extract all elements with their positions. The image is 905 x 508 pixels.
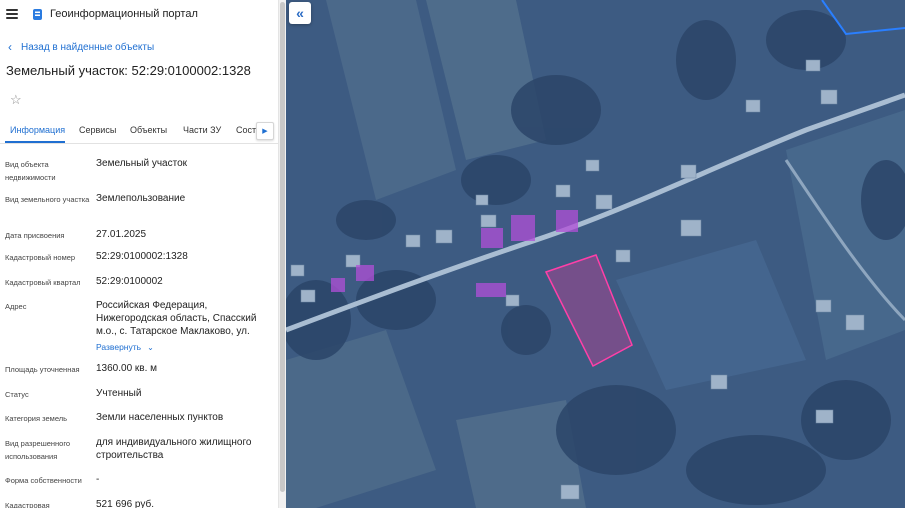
address-block: Российская Федерация, Нижегородская обла… bbox=[96, 299, 274, 354]
detail-value: для индивидуального жилищного строительс… bbox=[96, 437, 252, 461]
tab-services[interactable]: Сервисы bbox=[79, 125, 116, 135]
detail-label: Кадастровый квартал bbox=[5, 278, 81, 287]
detail-value: Учтенный bbox=[96, 388, 142, 399]
detail-label: Дата присвоения bbox=[5, 231, 65, 240]
back-to-results-link[interactable]: ‹ Назад в найденные объекты bbox=[8, 40, 154, 54]
detail-value: Земли населенных пунктов bbox=[96, 412, 224, 423]
detail-value: Землепользование bbox=[96, 193, 186, 204]
detail-value: - bbox=[96, 474, 100, 485]
tab-objects[interactable]: Объекты bbox=[130, 125, 167, 135]
favorite-star-icon[interactable]: ☆ bbox=[10, 92, 22, 108]
menu-icon[interactable] bbox=[6, 9, 18, 19]
double-chevron-left-icon: « bbox=[296, 5, 304, 21]
header-bar: Геоинформационный портал bbox=[0, 0, 278, 30]
app-title: Геоинформационный портал bbox=[50, 8, 198, 20]
detail-value: 1360.00 кв. м bbox=[96, 363, 158, 374]
tabs-scroll-right-button[interactable]: ▶ bbox=[256, 122, 274, 140]
back-link-label: Назад в найденные объекты bbox=[21, 41, 155, 53]
chevron-left-icon: ‹ bbox=[8, 40, 12, 54]
detail-label: Вид земельного участка bbox=[5, 195, 90, 204]
expand-label: Развернуть bbox=[96, 342, 142, 352]
detail-label: Кадастровый номер bbox=[5, 253, 76, 262]
chevron-down-icon: ⌄ bbox=[147, 343, 154, 352]
detail-label: Площадь уточненная bbox=[5, 365, 80, 374]
detail-label: Категория земель bbox=[5, 414, 68, 423]
collapse-panel-button[interactable]: « bbox=[289, 2, 311, 24]
scrollbar-thumb[interactable] bbox=[280, 2, 285, 492]
detail-label: Форма собственности bbox=[5, 476, 82, 485]
tab-bar: Информация Сервисы Объекты Части ЗУ Сост… bbox=[0, 120, 278, 144]
expand-address-button[interactable]: Развернуть ⌄ bbox=[96, 341, 154, 354]
chevron-right-icon: ▶ bbox=[262, 128, 268, 135]
detail-label: Статус bbox=[5, 390, 29, 399]
detail-value: 521 696 руб. bbox=[96, 499, 154, 508]
detail-value: 52:29:0100002:1328 bbox=[96, 251, 188, 262]
detail-label: Кадастровая bbox=[5, 501, 50, 508]
tab-parcel-parts[interactable]: Части ЗУ bbox=[183, 125, 221, 135]
active-tab-indicator bbox=[5, 141, 65, 143]
satellite-map bbox=[286, 0, 905, 508]
detail-value: Земельный участок bbox=[96, 158, 188, 169]
panel-scrollbar[interactable] bbox=[278, 0, 286, 508]
object-title: Земельный участок: 52:29:0100002:1328 bbox=[6, 63, 251, 78]
detail-label: Вид объекта недвижимости bbox=[5, 160, 56, 182]
map-view[interactable] bbox=[286, 0, 905, 508]
address-value: Российская Федерация, Нижегородская обла… bbox=[96, 300, 257, 337]
tab-info[interactable]: Информация bbox=[10, 125, 65, 135]
info-panel: Геоинформационный портал ‹ Назад в найде… bbox=[0, 0, 278, 508]
detail-value: 27.01.2025 bbox=[96, 229, 147, 240]
portal-logo-icon bbox=[33, 9, 42, 20]
detail-label: Адрес bbox=[5, 302, 27, 311]
detail-label: Вид разрешенного использования bbox=[5, 439, 71, 461]
tab-composition[interactable]: Сост bbox=[236, 125, 256, 135]
detail-value: 52:29:0100002 bbox=[96, 276, 163, 287]
